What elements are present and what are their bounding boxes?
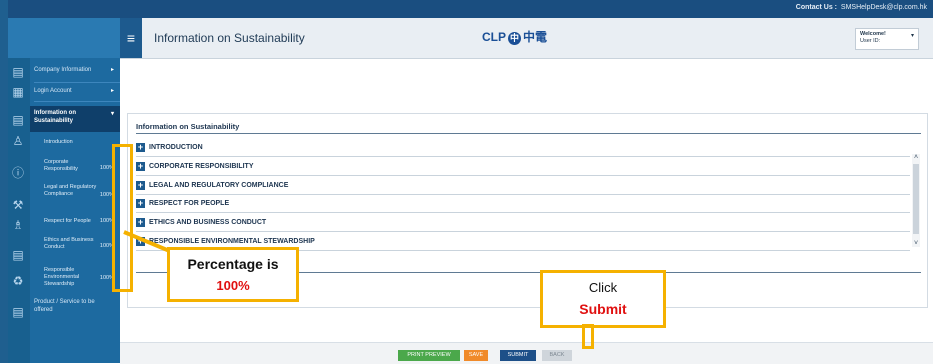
scrollbar[interactable]: ˄ ˅	[912, 154, 920, 247]
callout-text: Percentage is	[187, 256, 279, 272]
user-id-label: User ID:	[860, 38, 881, 44]
chevron-down-icon: ▾	[110, 111, 114, 117]
person-icon[interactable]: ♗	[11, 218, 25, 232]
clp-logo: CLP 中中電	[482, 28, 547, 45]
sidebar: ▤ ▦ ▤ ♙ ⓘ ⚒ ♗ ▤ ♻ ▤ Company Information …	[8, 18, 120, 363]
sub-item-label: Corporate Responsibility	[44, 159, 78, 172]
grid-icon[interactable]: ▦	[11, 85, 25, 99]
chevron-down-icon: ▾	[910, 33, 914, 39]
sidebar-item-label: Information on Sustainability	[34, 110, 76, 124]
accordion-ethics-and-business-conduct[interactable]: + ETHICS AND BUSINESS CONDUCT	[136, 215, 910, 232]
checklist-icon[interactable]: ▤	[11, 248, 25, 262]
welcome-text: Welcome!	[860, 31, 886, 37]
sub-item-responsible-environmental-stewardship[interactable]: Responsible Environmental Stewardship 10…	[44, 267, 120, 288]
document-icon[interactable]: ▤	[11, 305, 25, 319]
sidebar-item-label: Login Account	[34, 88, 72, 94]
callout-text: Click	[588, 280, 618, 295]
expand-plus-icon[interactable]: +	[136, 218, 145, 227]
hamburger-menu-icon[interactable]: ≡	[120, 18, 142, 58]
handshake-icon[interactable]: ⚒	[11, 198, 25, 212]
scroll-up-icon[interactable]: ˄	[912, 154, 920, 161]
submit-button[interactable]: SUBMIT	[500, 350, 536, 361]
sub-item-respect-for-people[interactable]: Respect for People 100%	[44, 218, 120, 225]
sub-item-introduction[interactable]: Introduction	[44, 139, 120, 146]
accordion-respect-for-people[interactable]: + RESPECT FOR PEOPLE	[136, 196, 910, 213]
accordion-label: INTRODUCTION	[149, 144, 203, 151]
submit-pointer-stem	[582, 324, 594, 349]
accordion-label: CORPORATE RESPONSIBILITY	[149, 163, 254, 170]
callout-emphasis: Submit	[579, 301, 627, 317]
user-menu[interactable]: Welcome! User ID: ▾	[855, 28, 919, 50]
sidebar-item-label: Company Information	[34, 67, 92, 73]
panel-title: Information on Sustainability	[136, 122, 240, 131]
print-preview-button[interactable]: PRINT PREVIEW	[398, 350, 460, 361]
scrollbar-thumb[interactable]	[913, 164, 919, 234]
sub-item-legal-and-regulatory-compliance[interactable]: Legal and Regulatory Compliance 100%	[44, 184, 120, 198]
sub-item-label: Responsible Environmental Stewardship	[44, 267, 80, 287]
document-icon[interactable]: ▤	[11, 113, 25, 127]
expand-plus-icon[interactable]: +	[136, 181, 145, 190]
clp-emblem-icon: 中	[508, 32, 521, 45]
divider	[136, 133, 921, 134]
document-icon[interactable]: ▤	[11, 65, 25, 79]
left-frame	[0, 0, 8, 363]
back-button[interactable]: BACK	[542, 350, 572, 361]
contact-us-link[interactable]: Contact Us :	[796, 4, 837, 11]
page-header: ≡ Information on Sustainability CLP 中中電 W…	[120, 18, 933, 59]
callout-emphasis: 100%	[216, 278, 250, 293]
sidebar-item-company-information[interactable]: Company Information ▸	[34, 66, 120, 83]
sidebar-item-product-service[interactable]: Product / Service to be offered	[34, 298, 114, 314]
sidebar-logo-area	[8, 18, 120, 58]
sub-item-label: Legal and Regulatory Compliance	[44, 184, 97, 197]
percentage-callout: Percentage is 100%	[167, 247, 299, 302]
recycle-icon[interactable]: ♻	[11, 274, 25, 288]
expand-plus-icon[interactable]: +	[136, 143, 145, 152]
accordion-legal-and-regulatory-compliance[interactable]: + LEGAL AND REGULATORY COMPLIANCE	[136, 178, 910, 195]
accordion-label: LEGAL AND REGULATORY COMPLIANCE	[149, 182, 289, 189]
percentage-highlight-box	[112, 144, 133, 292]
expand-plus-icon[interactable]: +	[136, 237, 145, 246]
accordion-corporate-responsibility[interactable]: + CORPORATE RESPONSIBILITY	[136, 159, 910, 176]
brand-name-chinese: 中電	[523, 30, 548, 44]
chevron-right-icon: ▸	[110, 67, 114, 73]
scroll-down-icon[interactable]: ˅	[912, 240, 920, 247]
sidebar-item-information-on-sustainability[interactable]: Information on Sustainability ▾	[30, 106, 120, 132]
sidebar-icon-rail: ▤ ▦ ▤ ♙ ⓘ ⚒ ♗ ▤ ♻ ▤	[8, 58, 30, 363]
sidebar-item-label: Product / Service to be offered	[34, 299, 95, 313]
save-button[interactable]: SAVE	[464, 350, 488, 361]
chevron-right-icon: ▸	[110, 88, 114, 94]
brand-name: CLP	[482, 30, 506, 44]
top-contact-bar: Contact Us : SMSHelpDesk@clp.com.hk	[0, 0, 933, 18]
sidebar-item-login-account[interactable]: Login Account ▸	[34, 87, 120, 102]
submit-callout: Click Submit	[540, 270, 666, 328]
expand-plus-icon[interactable]: +	[136, 199, 145, 208]
sub-item-label: Respect for People	[44, 218, 91, 224]
accordion-label: RESPONSIBLE ENVIRONMENTAL STEWARDSHIP	[149, 238, 315, 245]
sub-item-label: Ethics and Business Conduct	[44, 237, 94, 250]
helpdesk-email-link[interactable]: SMSHelpDesk@clp.com.hk	[841, 4, 927, 11]
user-icon[interactable]: ♙	[11, 134, 25, 148]
accordion-label: ETHICS AND BUSINESS CONDUCT	[149, 219, 267, 226]
action-bar: PRINT PREVIEW SAVE SUBMIT BACK	[120, 342, 933, 364]
expand-plus-icon[interactable]: +	[136, 162, 145, 171]
sub-item-corporate-responsibility[interactable]: Corporate Responsibility 100%	[44, 159, 120, 173]
info-icon[interactable]: ⓘ	[11, 166, 25, 180]
page-title: Information on Sustainability	[154, 31, 305, 45]
accordion-label: RESPECT FOR PEOPLE	[149, 200, 230, 207]
sub-item-ethics-and-business-conduct[interactable]: Ethics and Business Conduct 100%	[44, 237, 120, 251]
sub-item-label: Introduction	[44, 139, 73, 145]
accordion-introduction[interactable]: + INTRODUCTION	[136, 140, 910, 157]
